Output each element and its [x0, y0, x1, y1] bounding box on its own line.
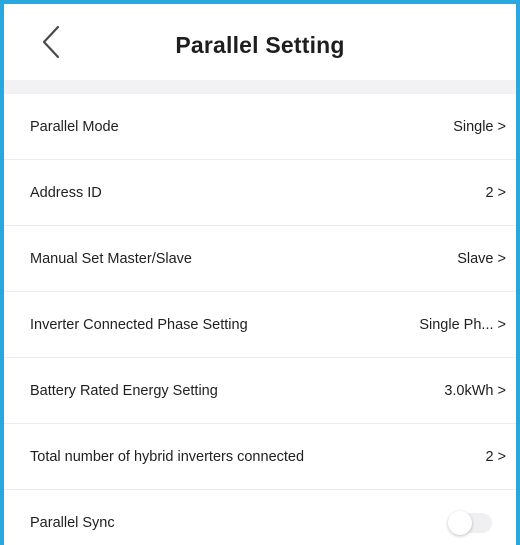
row-parallel-mode[interactable]: Parallel Mode Single > [4, 94, 516, 160]
row-inverter-count[interactable]: Total number of hybrid inverters connect… [4, 424, 516, 490]
row-value[interactable]: Single > [453, 119, 506, 135]
row-label: Address ID [30, 184, 102, 201]
app-frame: Parallel Setting Parallel Mode Single > … [0, 0, 520, 545]
toggle-knob [448, 511, 472, 535]
row-address-id[interactable]: Address ID 2 > [4, 160, 516, 226]
row-master-slave[interactable]: Manual Set Master/Slave Slave > [4, 226, 516, 292]
header: Parallel Setting [4, 4, 516, 80]
row-label: Total number of hybrid inverters connect… [30, 448, 305, 465]
section-divider [4, 80, 516, 94]
row-label: Inverter Connected Phase Setting [30, 316, 248, 333]
row-value[interactable]: Single Ph... > [419, 317, 506, 333]
parallel-sync-toggle[interactable] [448, 511, 492, 535]
row-value[interactable]: 3.0kWh > [444, 383, 506, 399]
page-title: Parallel Setting [175, 32, 345, 58]
row-value[interactable]: Slave > [457, 251, 506, 267]
row-label: Manual Set Master/Slave [30, 250, 192, 267]
row-value[interactable]: 2 > [485, 185, 506, 201]
settings-list: Parallel Mode Single > Address ID 2 > Ma… [4, 94, 516, 545]
row-label: Parallel Sync [30, 515, 115, 531]
row-value[interactable]: 2 > [485, 449, 506, 465]
row-label: Parallel Mode [30, 118, 119, 135]
row-phase-setting[interactable]: Inverter Connected Phase Setting Single … [4, 292, 516, 358]
row-label: Battery Rated Energy Setting [30, 382, 218, 399]
row-battery-energy[interactable]: Battery Rated Energy Setting 3.0kWh > [4, 358, 516, 424]
row-parallel-sync: Parallel Sync [4, 490, 516, 545]
